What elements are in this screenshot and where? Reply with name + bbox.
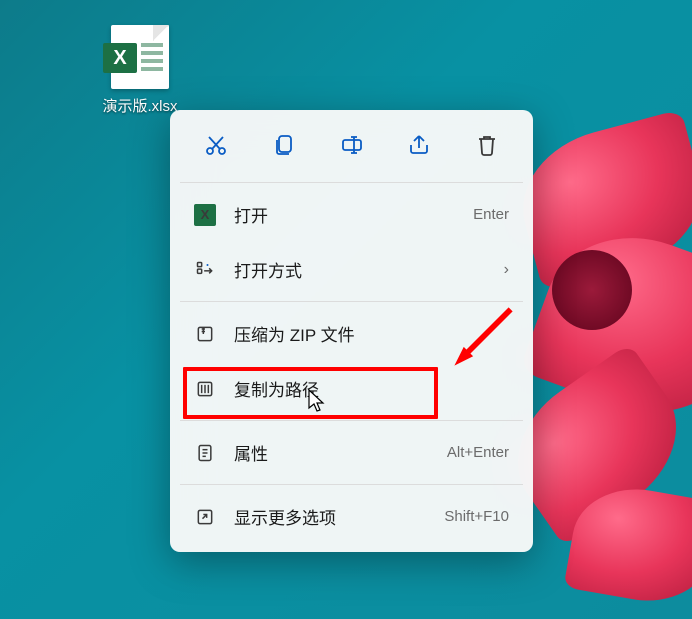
menu-item-properties[interactable]: 属性 Alt+Enter [178, 425, 525, 480]
menu-shortcut: Shift+F10 [444, 508, 509, 525]
excel-file-icon: X [111, 25, 169, 89]
menu-label: 复制为路径 [234, 376, 509, 401]
copy-icon [272, 133, 296, 157]
divider [180, 301, 523, 302]
copy-path-icon [194, 378, 216, 400]
divider [180, 484, 523, 485]
menu-shortcut: Enter [473, 206, 509, 223]
desktop-background: X 演示版.xlsx [0, 0, 692, 619]
delete-button[interactable] [467, 126, 507, 164]
quick-action-row [178, 118, 525, 178]
share-icon [407, 133, 431, 157]
menu-label: 打开方式 [234, 257, 504, 282]
copy-button[interactable] [264, 126, 304, 164]
excel-app-icon: X [194, 204, 216, 226]
context-menu: X 打开 Enter 打开方式 › [170, 110, 533, 552]
desktop-file-excel[interactable]: X 演示版.xlsx [90, 25, 190, 116]
zip-icon [194, 323, 216, 345]
menu-label: 压缩为 ZIP 文件 [234, 321, 509, 346]
cut-button[interactable] [196, 126, 236, 164]
cut-icon [204, 133, 228, 157]
divider [180, 182, 523, 183]
share-button[interactable] [399, 126, 439, 164]
menu-item-copy-as-path[interactable]: 复制为路径 [178, 361, 525, 416]
excel-badge: X [103, 43, 137, 73]
menu-item-open-with[interactable]: 打开方式 › [178, 242, 525, 297]
menu-label: 显示更多选项 [234, 504, 444, 529]
menu-label: 属性 [234, 440, 447, 465]
properties-icon [194, 442, 216, 464]
menu-item-show-more[interactable]: 显示更多选项 Shift+F10 [178, 489, 525, 544]
divider [180, 420, 523, 421]
chevron-right-icon: › [504, 261, 509, 279]
menu-item-open[interactable]: X 打开 Enter [178, 187, 525, 242]
rename-icon [340, 133, 364, 157]
menu-shortcut: Alt+Enter [447, 444, 509, 461]
menu-item-compress-zip[interactable]: 压缩为 ZIP 文件 [178, 306, 525, 361]
show-more-icon [194, 506, 216, 528]
rename-button[interactable] [332, 126, 372, 164]
delete-icon [475, 133, 499, 157]
open-with-icon [194, 259, 216, 281]
menu-label: 打开 [234, 202, 473, 227]
